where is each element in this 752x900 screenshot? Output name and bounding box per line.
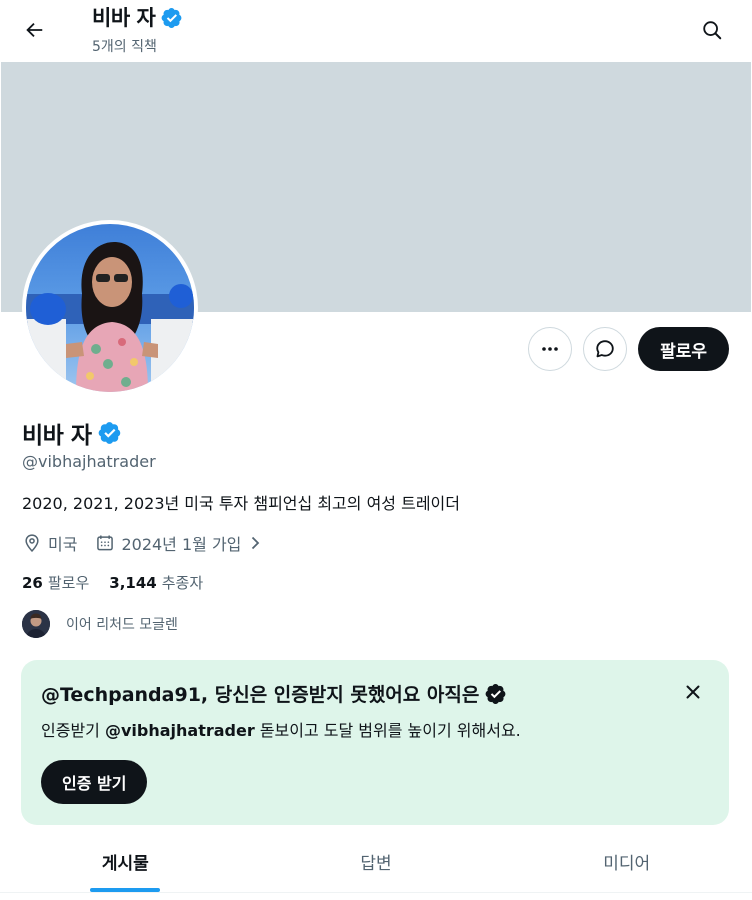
back-button[interactable] (14, 10, 54, 50)
calendar-icon (97, 535, 114, 551)
tab-media[interactable]: 미디어 (501, 830, 752, 892)
followers-label: 추종자 (161, 574, 204, 592)
location-pin-icon (25, 534, 39, 552)
tab-replies[interactable]: 답변 (251, 830, 502, 892)
promo-body-suffix: 돋보이고 도달 범위를 높이기 위해서요. (254, 721, 521, 740)
tab-label: 미디어 (603, 853, 651, 874)
profile-avatar[interactable] (22, 220, 198, 396)
profile-tabs: 게시물 답변 미디어 (0, 830, 752, 893)
followed-by-row[interactable]: 이어 리처드 모글렌 (22, 610, 178, 638)
following-count: 26 (22, 574, 43, 592)
arrow-left-icon (26, 22, 43, 38)
join-date-text: 2024년 1월 가입 (121, 535, 242, 554)
following-stat[interactable]: 26 팔로우 (22, 572, 89, 593)
promo-body: 인증받기 @vibhajhatrader 돋보이고 도달 범위를 높이기 위해서… (41, 717, 521, 741)
promo-title: @Techpanda91, 당신은 인증받지 못했어요 아직은 (41, 684, 480, 706)
post-count: 5개의 직책 (92, 39, 157, 55)
followers-count: 3,144 (109, 574, 157, 592)
more-options-button[interactable] (528, 327, 573, 371)
more-horizontal-icon (542, 347, 558, 351)
search-icon (703, 21, 722, 40)
top-bar: 비바 자 5개의 직책 (0, 0, 752, 62)
message-bubble-icon (596, 340, 614, 358)
verified-badge-icon (485, 683, 506, 704)
join-date-item[interactable]: 2024년 1월 가입 (95, 531, 263, 555)
following-label: 팔로우 (47, 574, 90, 592)
promo-body-prefix: 인증받기 (41, 721, 105, 740)
promo-title-row: @Techpanda91, 당신은 인증받지 못했어요 아직은 (41, 680, 507, 707)
avatar-photo (26, 224, 194, 392)
promo-body-handle: @vibhajhatrader (104, 721, 255, 740)
profile-meta: 미국 2024년 1월 가입 (22, 531, 281, 555)
profile-name-row: 비바 자 (22, 416, 122, 450)
search-button[interactable] (692, 10, 732, 50)
active-tab-indicator (90, 888, 161, 892)
chevron-right-icon (252, 536, 260, 550)
verification-promo-card: @Techpanda91, 당신은 인증받지 못했어요 아직은 인증받기 @vi… (21, 660, 729, 825)
followers-stat[interactable]: 3,144 추종자 (109, 572, 203, 593)
follow-button[interactable]: 팔로우 (638, 327, 729, 371)
follower-avatar (22, 610, 50, 638)
profile-stats: 26 팔로우 3,144 추종자 (22, 572, 203, 593)
followed-by-text: 이어 리처드 모글렌 (66, 617, 178, 633)
location-text: 미국 (48, 535, 78, 554)
message-button[interactable] (583, 327, 628, 371)
tab-label: 답변 (360, 853, 392, 874)
header-title: 비바 자 (92, 6, 156, 30)
verified-badge-icon (161, 8, 182, 28)
profile-name: 비바 자 (22, 423, 92, 449)
profile-actions: 팔로우 (528, 327, 729, 371)
tab-posts[interactable]: 게시물 (0, 830, 251, 892)
get-verified-button[interactable]: 인증 받기 (41, 760, 148, 804)
tab-label: 게시물 (101, 853, 149, 874)
close-icon (686, 685, 700, 699)
verified-badge-icon[interactable] (98, 421, 122, 445)
profile-handle: @vibhajhatrader (22, 452, 156, 471)
promo-close-button[interactable] (677, 676, 709, 708)
header-title-block: 비바 자 5개의 직책 (92, 4, 183, 56)
profile-bio: 2020, 2021, 2023년 미국 투자 챔피언십 최고의 여성 트레이더 (22, 494, 460, 513)
location-item: 미국 (22, 531, 77, 555)
